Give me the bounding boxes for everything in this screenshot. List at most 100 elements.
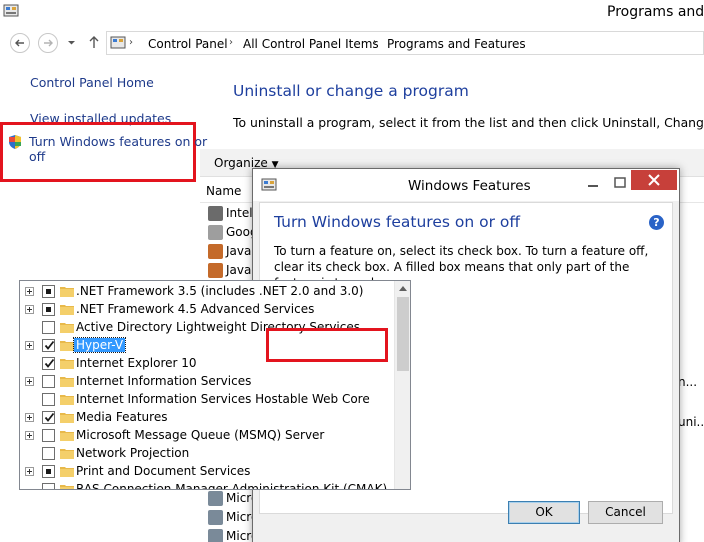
feature-checkbox[interactable]	[42, 375, 55, 388]
main-heading: Uninstall or change a program	[233, 82, 469, 100]
feature-checkbox[interactable]	[42, 447, 55, 460]
close-icon	[648, 174, 660, 186]
feature-checkbox[interactable]	[42, 357, 55, 370]
dialog-title: Windows Features	[408, 178, 531, 194]
feature-row[interactable]: Microsoft Message Queue (MSMQ) Server	[20, 426, 394, 444]
folder-icon	[60, 449, 74, 459]
programs-and-features-screen: Programs and Features › Control Panel › …	[0, 0, 704, 542]
feature-label: Internet Explorer 10	[76, 356, 197, 370]
feature-row[interactable]: .NET Framework 4.5 Advanced Services	[20, 300, 394, 318]
turn-windows-features-link-continued[interactable]: off	[29, 149, 45, 164]
up-arrow-icon[interactable]	[88, 35, 100, 49]
folder-icon	[60, 485, 74, 489]
column-header-name[interactable]: Name	[206, 184, 241, 198]
window-title: Programs and Features	[607, 4, 704, 20]
vertical-scrollbar[interactable]	[394, 281, 410, 489]
forward-button[interactable]	[38, 33, 58, 53]
control-panel-icon	[261, 178, 277, 191]
feature-row[interactable]: .NET Framework 3.5 (includes .NET 2.0 an…	[20, 282, 394, 300]
feature-checkbox[interactable]	[42, 429, 55, 442]
back-arrow-icon	[15, 39, 24, 47]
maximize-icon[interactable]	[610, 175, 630, 191]
feature-label: Media Features	[76, 410, 168, 424]
google-icon	[208, 225, 223, 240]
feature-row[interactable]: Internet Information Services Hostable W…	[20, 390, 394, 408]
feature-label: Internet Information Services	[76, 374, 252, 388]
feature-checkbox[interactable]	[42, 393, 55, 406]
control-panel-icon	[3, 4, 19, 17]
breadcrumb-control-panel[interactable]: Control Panel	[148, 37, 228, 51]
folder-icon	[60, 413, 74, 423]
folder-icon	[60, 431, 74, 441]
folder-icon	[60, 359, 74, 369]
truncated-cell: n...	[678, 375, 698, 389]
control-panel-icon	[110, 36, 126, 49]
scroll-up-arrow-icon[interactable]	[399, 285, 407, 291]
control-panel-home-link[interactable]: Control Panel Home	[30, 75, 154, 90]
feature-label: .NET Framework 3.5 (includes .NET 2.0 an…	[76, 284, 364, 298]
installer-icon	[208, 529, 223, 542]
feature-label: Print and Document Services	[76, 464, 251, 478]
expand-plus-icon[interactable]	[25, 287, 34, 296]
expand-plus-icon[interactable]	[25, 431, 34, 440]
feature-checkbox[interactable]	[42, 411, 55, 424]
feature-row[interactable]: Print and Document Services	[20, 462, 394, 480]
expand-plus-icon[interactable]	[25, 377, 34, 386]
folder-icon	[60, 467, 74, 477]
feature-checkbox[interactable]	[42, 339, 55, 352]
installer-icon	[208, 491, 223, 506]
forward-arrow-icon	[44, 39, 53, 47]
feature-row[interactable]: RAS Connection Manager Administration Ki…	[20, 480, 394, 490]
navigation-bar: › Control Panel › All Control Panel Item…	[0, 28, 704, 58]
folder-icon	[60, 377, 74, 387]
breadcrumb-all-items[interactable]: All Control Panel Items	[243, 37, 379, 51]
feature-checkbox[interactable]	[42, 465, 55, 478]
breadcrumb-separator-icon: ›	[129, 37, 133, 48]
help-icon[interactable]: ?	[649, 215, 664, 230]
checkmark-icon	[44, 358, 55, 368]
feature-label: Hyper-V	[72, 337, 127, 353]
feature-checkbox[interactable]	[42, 303, 55, 316]
feature-label: Microsoft Message Queue (MSMQ) Server	[76, 428, 325, 442]
expand-plus-icon[interactable]	[25, 305, 34, 314]
highlight-box-hyper-v	[266, 328, 388, 362]
close-button[interactable]	[631, 170, 677, 190]
feature-checkbox[interactable]	[42, 321, 55, 334]
truncated-cell: uni...	[678, 415, 704, 429]
feature-label: RAS Connection Manager Administration Ki…	[76, 482, 388, 490]
window-title-bar: Programs and Features	[0, 0, 704, 28]
folder-icon	[60, 395, 74, 405]
checkmark-icon	[44, 412, 55, 422]
address-bar[interactable]: › Control Panel › All Control Panel Item…	[106, 31, 704, 55]
feature-checkbox[interactable]	[42, 483, 55, 489]
java-icon	[208, 244, 223, 259]
dialog-title-bar: Windows Features	[253, 169, 679, 201]
recent-locations-chevron-icon[interactable]	[67, 38, 76, 47]
folder-icon	[60, 323, 74, 333]
cancel-button[interactable]: Cancel	[588, 501, 663, 524]
expand-plus-icon[interactable]	[25, 341, 34, 350]
ok-button[interactable]: OK	[508, 501, 580, 524]
breadcrumb-programs-features[interactable]: Programs and Features	[387, 37, 526, 51]
back-button[interactable]	[10, 33, 30, 53]
expand-plus-icon[interactable]	[25, 467, 34, 476]
dialog-heading: Turn Windows features on or off	[274, 213, 521, 231]
expand-plus-icon[interactable]	[25, 413, 34, 422]
main-description: To uninstall a program, select it from t…	[233, 115, 704, 130]
feature-row[interactable]: Network Projection	[20, 444, 394, 462]
folder-icon	[60, 305, 74, 315]
scrollbar-thumb[interactable]	[397, 297, 409, 371]
feature-row[interactable]: Internet Information Services	[20, 372, 394, 390]
minimize-icon[interactable]	[583, 175, 603, 191]
feature-tree: .NET Framework 3.5 (includes .NET 2.0 an…	[19, 280, 411, 490]
folder-icon	[60, 341, 74, 351]
breadcrumb-separator-icon: ›	[229, 37, 233, 48]
checkmark-icon	[44, 340, 55, 350]
java-icon	[208, 263, 223, 278]
shield-icon	[9, 135, 21, 149]
feature-checkbox[interactable]	[42, 285, 55, 298]
turn-windows-features-link[interactable]: Turn Windows features on or	[29, 134, 207, 149]
feature-row[interactable]: Media Features	[20, 408, 394, 426]
feature-label: .NET Framework 4.5 Advanced Services	[76, 302, 315, 316]
breadcrumb-separator-icon: ›	[373, 37, 377, 48]
